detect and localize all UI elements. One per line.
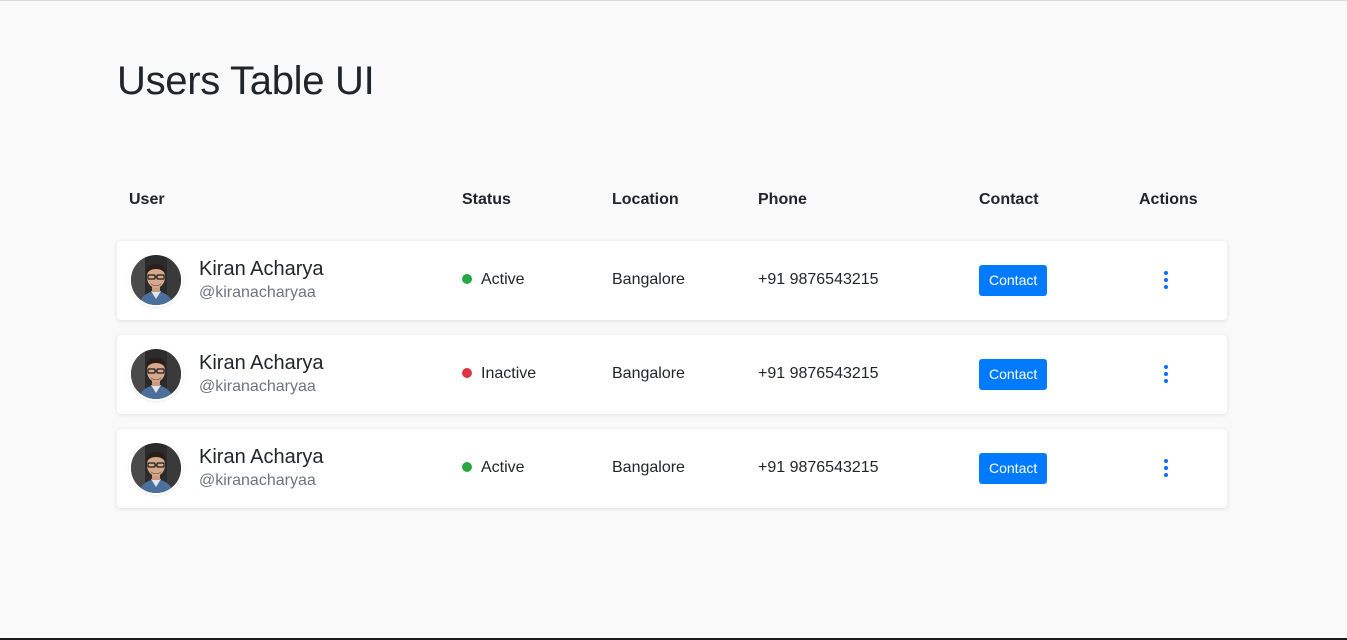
table-row: Kiran Acharya @kiranacharyaa Active Bang… [117,241,1227,320]
header-status: Status [462,191,511,208]
status-dot-icon [462,274,472,284]
header-phone: Phone [758,191,807,208]
table-row: Kiran Acharya @kiranacharyaa Active Bang… [117,429,1227,508]
more-vertical-icon[interactable] [1160,365,1172,383]
user-name: Kiran Acharya [199,446,324,468]
status-dot-icon [462,368,472,378]
status-text: Active [481,459,525,476]
user-name: Kiran Acharya [199,258,324,280]
more-vertical-icon[interactable] [1160,459,1172,477]
phone-text: +91 9876543215 [758,459,879,476]
location-text: Bangalore [612,459,685,476]
user-handle: @kiranacharyaa [199,472,316,489]
header-actions: Actions [1139,191,1198,208]
header-user: User [129,191,165,208]
table-row: Kiran Acharya @kiranacharyaa Inactive Ba… [117,335,1227,414]
status-indicator: Inactive [462,365,536,383]
phone-text: +91 9876543215 [758,271,879,288]
user-avatar [131,349,181,399]
user-handle: @kiranacharyaa [199,284,316,301]
status-dot-icon [462,462,472,472]
user-avatar [131,443,181,493]
more-vertical-icon[interactable] [1160,271,1172,289]
status-text: Inactive [481,365,537,382]
contact-button[interactable]: Contact [979,265,1048,296]
user-avatar-photo [131,255,181,305]
contact-button[interactable]: Contact [979,359,1048,390]
table-header: User Status Location Phone Contact Actio… [117,187,1227,215]
user-handle: @kiranacharyaa [199,378,316,395]
user-avatar [131,255,181,305]
header-location: Location [612,191,679,208]
status-text: Active [481,271,525,288]
status-indicator: Active [462,271,525,289]
contact-button[interactable]: Contact [979,453,1048,484]
user-name: Kiran Acharya [199,352,324,374]
user-avatar-photo [131,349,181,399]
location-text: Bangalore [612,365,685,382]
phone-text: +91 9876543215 [758,365,879,382]
page-title: Users Table UI [117,59,375,103]
user-avatar-photo [131,443,181,493]
users-table: User Status Location Phone Contact Actio… [117,187,1227,508]
header-contact: Contact [979,191,1039,208]
location-text: Bangalore [612,271,685,288]
status-indicator: Active [462,459,525,477]
